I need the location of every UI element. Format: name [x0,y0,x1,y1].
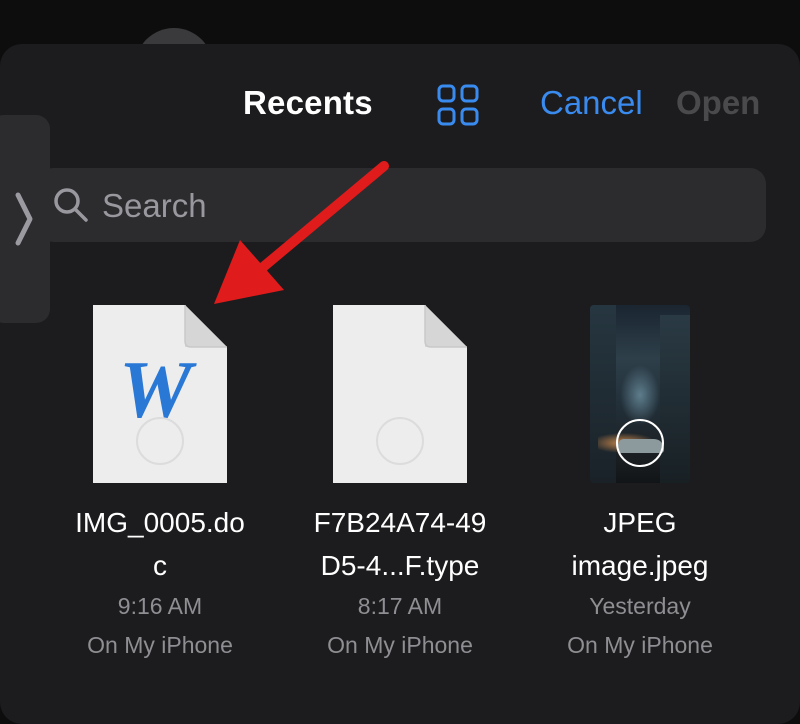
image-thumbnail [590,305,690,483]
sidebar-toggle[interactable] [0,115,50,323]
chevron-right-icon [15,192,33,246]
file-location: On My iPhone [327,632,473,658]
page-title: Recents [243,84,373,121]
file-location: On My iPhone [567,632,713,658]
search-input[interactable] [100,182,744,230]
file-item-jpeg[interactable]: JPEG image.jpeg Yesterday On My iPhone [530,305,750,665]
file-time: 8:17 AM [357,593,443,619]
selection-circle[interactable] [616,419,664,467]
file-item-word-doc[interactable]: W IMG_0005.do c 9:16 AM On My iPhone [50,305,270,665]
selection-circle[interactable] [136,417,184,465]
file-name: IMG_0005.do c [75,507,245,581]
file-time: 9:16 AM [117,593,203,619]
word-document-icon: W [93,305,227,483]
file-name: JPEG image.jpeg [571,507,709,581]
grid-icon [437,84,479,126]
file-time: Yesterday [589,593,691,619]
search-icon [54,188,88,222]
selection-circle[interactable] [376,417,424,465]
file-location: On My iPhone [87,632,233,658]
file-name: F7B24A74-49 D5-4...F.type [313,507,487,581]
search-bar[interactable] [38,168,766,242]
cancel-button[interactable]: Cancel [540,84,643,122]
grid-view-button[interactable] [437,84,479,126]
blank-document-icon [333,305,467,483]
open-button[interactable]: Open [676,84,760,122]
file-item-type-doc[interactable]: F7B24A74-49 D5-4...F.type 8:17 AM On My … [290,305,510,665]
